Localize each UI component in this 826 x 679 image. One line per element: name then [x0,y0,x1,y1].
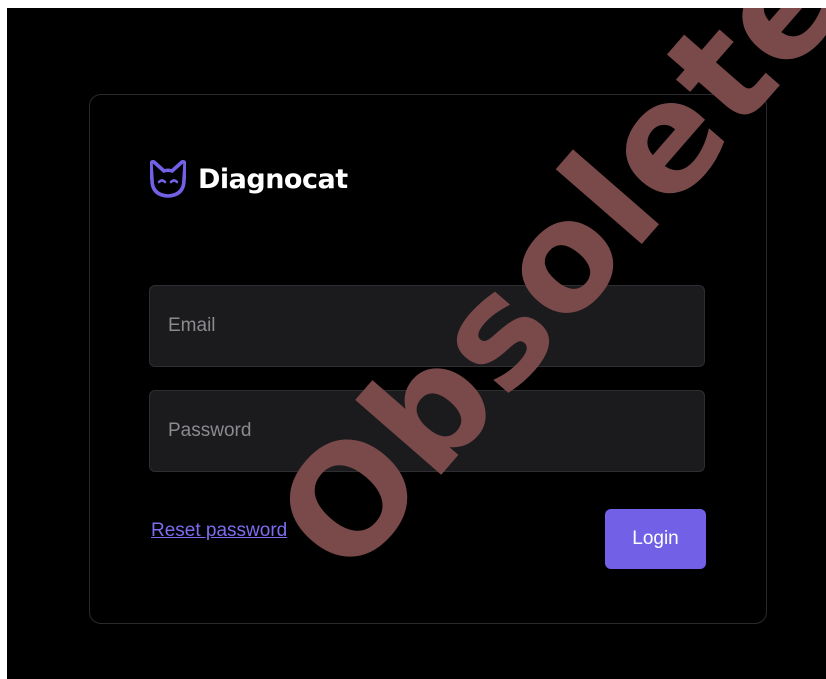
login-button[interactable]: Login [605,509,706,569]
cat-face-icon [150,160,186,198]
login-card: Diagnocat Reset password Login [89,94,767,624]
password-field-container [149,390,705,472]
reset-password-link[interactable]: Reset password [151,520,287,542]
brand-name: Diagnocat [198,163,348,195]
login-screen: Diagnocat Reset password Login Obsolete [7,8,826,679]
password-input[interactable] [150,391,704,471]
brand-logo: Diagnocat [150,154,348,204]
email-input[interactable] [150,286,704,366]
email-field-container [149,285,705,367]
